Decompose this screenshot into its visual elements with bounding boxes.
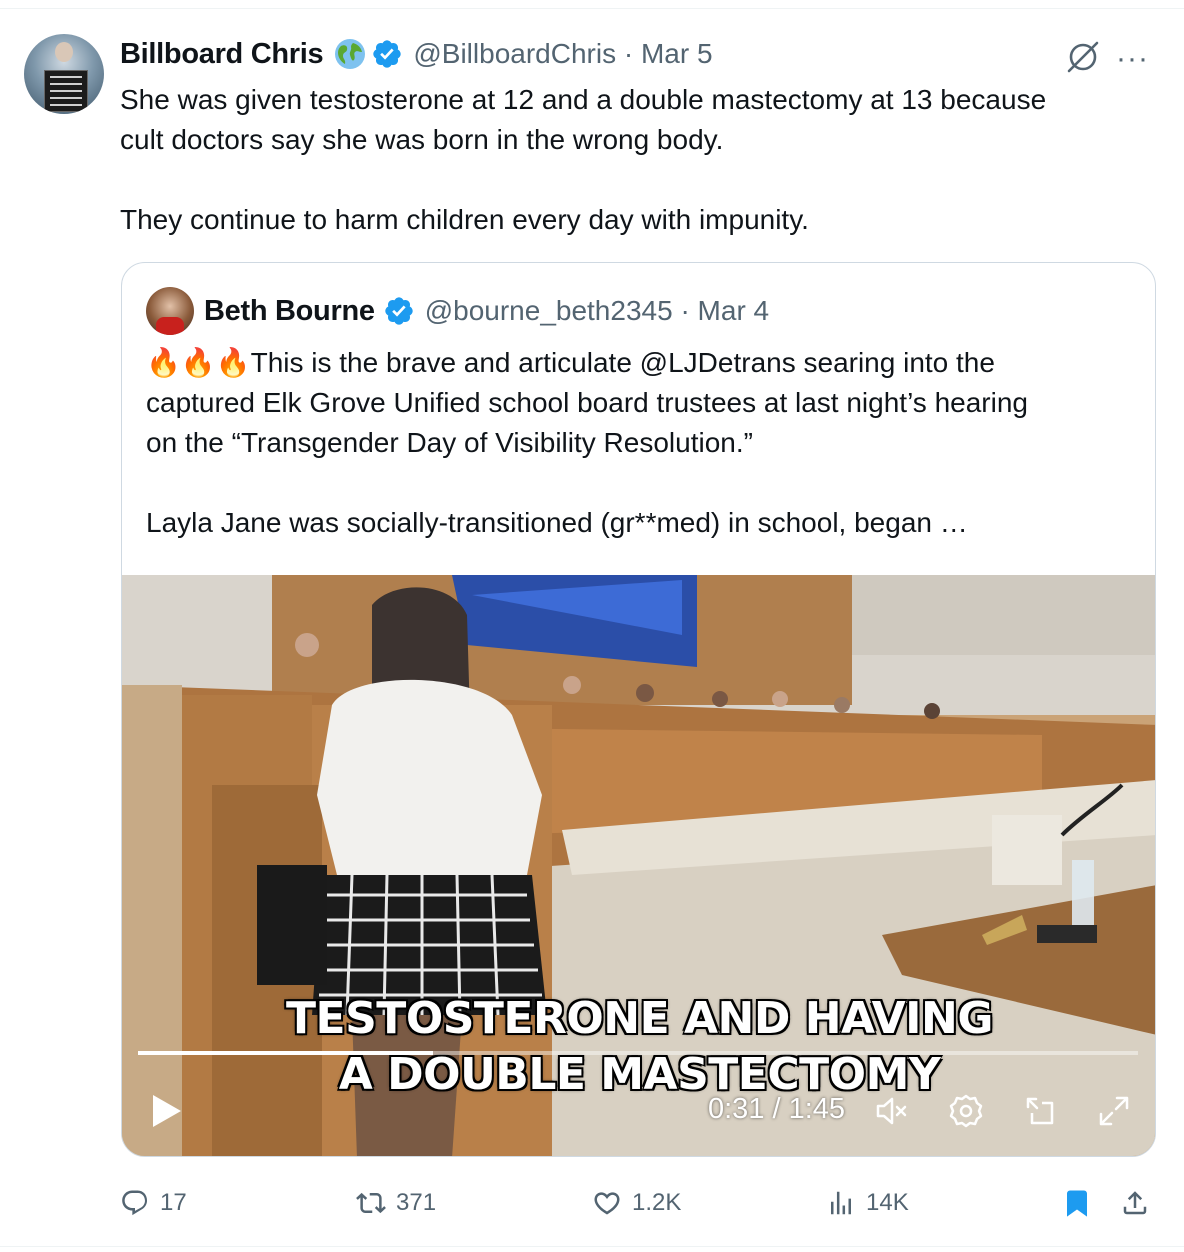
like-button[interactable]: 1.2K (592, 1180, 681, 1226)
views-button[interactable]: 14K (826, 1180, 909, 1226)
tweet-text: She was given testosterone at 12 and a d… (120, 84, 1047, 235)
reply-button[interactable]: 17 (120, 1180, 187, 1226)
video-player[interactable]: TESTOSTERONE AND HAVING A DOUBLE MASTECT… (122, 575, 1155, 1156)
tweet-actions-bar: 17 371 1.2K 14K (0, 1180, 1184, 1226)
quote-text: 🔥🔥🔥This is the brave and articulate @LJD… (146, 347, 1028, 538)
quoted-tweet[interactable]: Beth Bourne @bourne_beth2345 · Mar 4 🔥🔥🔥… (121, 262, 1156, 1157)
author-avatar[interactable] (24, 34, 104, 114)
settings-icon[interactable] (948, 1093, 984, 1129)
reply-icon (122, 1190, 148, 1216)
bookmark-button[interactable] (1062, 1180, 1092, 1226)
repost-button[interactable]: 371 (356, 1180, 436, 1226)
share-button[interactable] (1120, 1180, 1150, 1226)
tweet-header: Billboard Chris @BillboardChris · Mar 5 (120, 34, 713, 74)
like-icon (594, 1192, 620, 1215)
video-progress-bar[interactable] (138, 1051, 1138, 1055)
verified-badge-icon (385, 297, 413, 325)
quote-author-handle-date[interactable]: @bourne_beth2345 · Mar 4 (425, 295, 769, 327)
pip-icon[interactable] (1022, 1093, 1058, 1129)
play-icon[interactable] (150, 1093, 184, 1129)
views-count: 14K (866, 1189, 909, 1216)
video-caption-line-1: TESTOSTERONE AND HAVING (286, 993, 993, 1044)
quote-author-avatar[interactable] (146, 287, 194, 335)
repost-count: 371 (396, 1189, 437, 1216)
repost-icon (356, 1192, 386, 1214)
quote-author-name[interactable]: Beth Bourne (204, 295, 375, 328)
reply-count: 17 (160, 1189, 187, 1216)
author-name[interactable]: Billboard Chris (120, 38, 324, 71)
video-progress-fill (138, 1051, 433, 1055)
share-icon (1123, 1191, 1147, 1215)
globe-emoji-icon (335, 39, 366, 69)
grok-icon[interactable] (1064, 38, 1102, 76)
verified-badge-icon (373, 40, 402, 68)
mute-icon[interactable] (874, 1093, 910, 1129)
bookmark-icon (1067, 1190, 1087, 1217)
more-icon[interactable]: ··· (1116, 42, 1149, 76)
video-caption-line-2: A DOUBLE MASTECTOMY (338, 1049, 941, 1100)
fullscreen-icon[interactable] (1096, 1093, 1132, 1129)
views-icon (831, 1191, 851, 1215)
like-count: 1.2K (632, 1189, 682, 1216)
video-time: 0:31 / 1:45 (708, 1093, 846, 1125)
top-divider (0, 8, 1184, 9)
author-handle-date[interactable]: @BillboardChris · Mar 5 (413, 38, 712, 70)
quote-header: Beth Bourne @bourne_beth2345 · Mar 4 (204, 291, 769, 331)
bottom-divider (0, 1246, 1184, 1247)
